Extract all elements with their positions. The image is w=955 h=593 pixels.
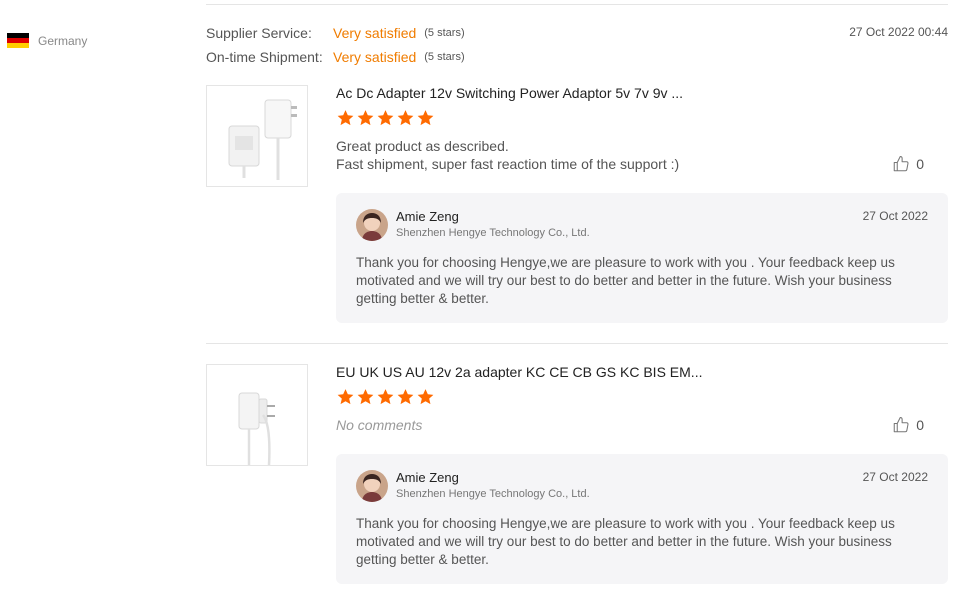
rating-label: Supplier Service: xyxy=(206,25,312,41)
top-divider xyxy=(206,4,948,5)
star-icon xyxy=(377,110,394,126)
replier-company: Shenzhen Hengye Technology Co., Ltd. xyxy=(396,227,590,239)
reply-date: 27 Oct 2022 xyxy=(862,470,928,484)
product-review: EU UK US AU 12v 2a adapter KC CE CB GS K… xyxy=(206,364,948,586)
reply-text: Thank you for choosing Hengye,we are ple… xyxy=(356,255,895,306)
star-icon xyxy=(357,110,374,126)
rating-value: Very satisfied xyxy=(333,49,417,65)
review-star-rating xyxy=(336,388,435,406)
rating-value: Very satisfied xyxy=(333,25,417,41)
replier-name: Amie Zeng xyxy=(396,470,459,485)
replier-company: Shenzhen Hengye Technology Co., Ltd. xyxy=(396,488,590,500)
star-icon xyxy=(337,389,354,405)
supplier-reply: Amie Zeng Shenzhen Hengye Technology Co.… xyxy=(336,193,948,323)
thumbs-up-icon xyxy=(893,155,909,172)
country-name: Germany xyxy=(38,33,88,48)
on-time-shipment-rating: On-time Shipment: Very satisfied (5 star… xyxy=(206,49,465,65)
avatar xyxy=(356,209,388,241)
review-comment: Great product as described. Fast shipmen… xyxy=(336,137,679,173)
germany-flag-icon xyxy=(7,33,29,48)
product-title-link[interactable]: EU UK US AU 12v 2a adapter KC CE CB GS K… xyxy=(336,364,702,380)
wall-adapter-eu-icon xyxy=(238,392,275,465)
supplier-service-rating: Supplier Service: Very satisfied (5 star… xyxy=(206,25,465,41)
product-review: Ac Dc Adapter 12v Switching Power Adapto… xyxy=(206,85,948,325)
reply-text: Thank you for choosing Hengye,we are ple… xyxy=(356,516,895,567)
replier-name: Amie Zeng xyxy=(396,209,459,224)
avatar xyxy=(356,470,388,502)
thumbs-up-icon xyxy=(893,416,909,433)
star-icon xyxy=(397,110,414,126)
star-icon xyxy=(417,110,434,126)
rating-stars-text: (5 stars) xyxy=(424,51,465,63)
comment-line: Fast shipment, super fast reaction time … xyxy=(336,156,680,172)
like-count: 0 xyxy=(916,417,924,433)
star-icon xyxy=(377,389,394,405)
buyer-country: Germany xyxy=(7,33,87,48)
product-thumbnail[interactable] xyxy=(206,85,308,187)
star-icon xyxy=(397,389,414,405)
wall-adapter-us-icon xyxy=(228,99,297,180)
comment-line: Great product as described. xyxy=(336,138,509,154)
review-divider xyxy=(206,343,948,344)
star-icon xyxy=(337,110,354,126)
like-button[interactable]: 0 xyxy=(892,155,924,173)
like-count: 0 xyxy=(916,156,924,172)
product-title-link[interactable]: Ac Dc Adapter 12v Switching Power Adapto… xyxy=(336,85,683,101)
star-icon xyxy=(357,389,374,405)
product-thumbnail[interactable] xyxy=(206,364,308,466)
review-star-rating xyxy=(336,109,435,127)
reply-date: 27 Oct 2022 xyxy=(862,209,928,223)
rating-label: On-time Shipment: xyxy=(206,49,323,65)
review-comment: No comments xyxy=(336,417,423,433)
like-button[interactable]: 0 xyxy=(892,416,924,434)
review-date: 27 Oct 2022 00:44 xyxy=(849,25,948,39)
supplier-reply: Amie Zeng Shenzhen Hengye Technology Co.… xyxy=(336,454,948,584)
rating-stars-text: (5 stars) xyxy=(424,27,465,39)
star-icon xyxy=(417,389,434,405)
